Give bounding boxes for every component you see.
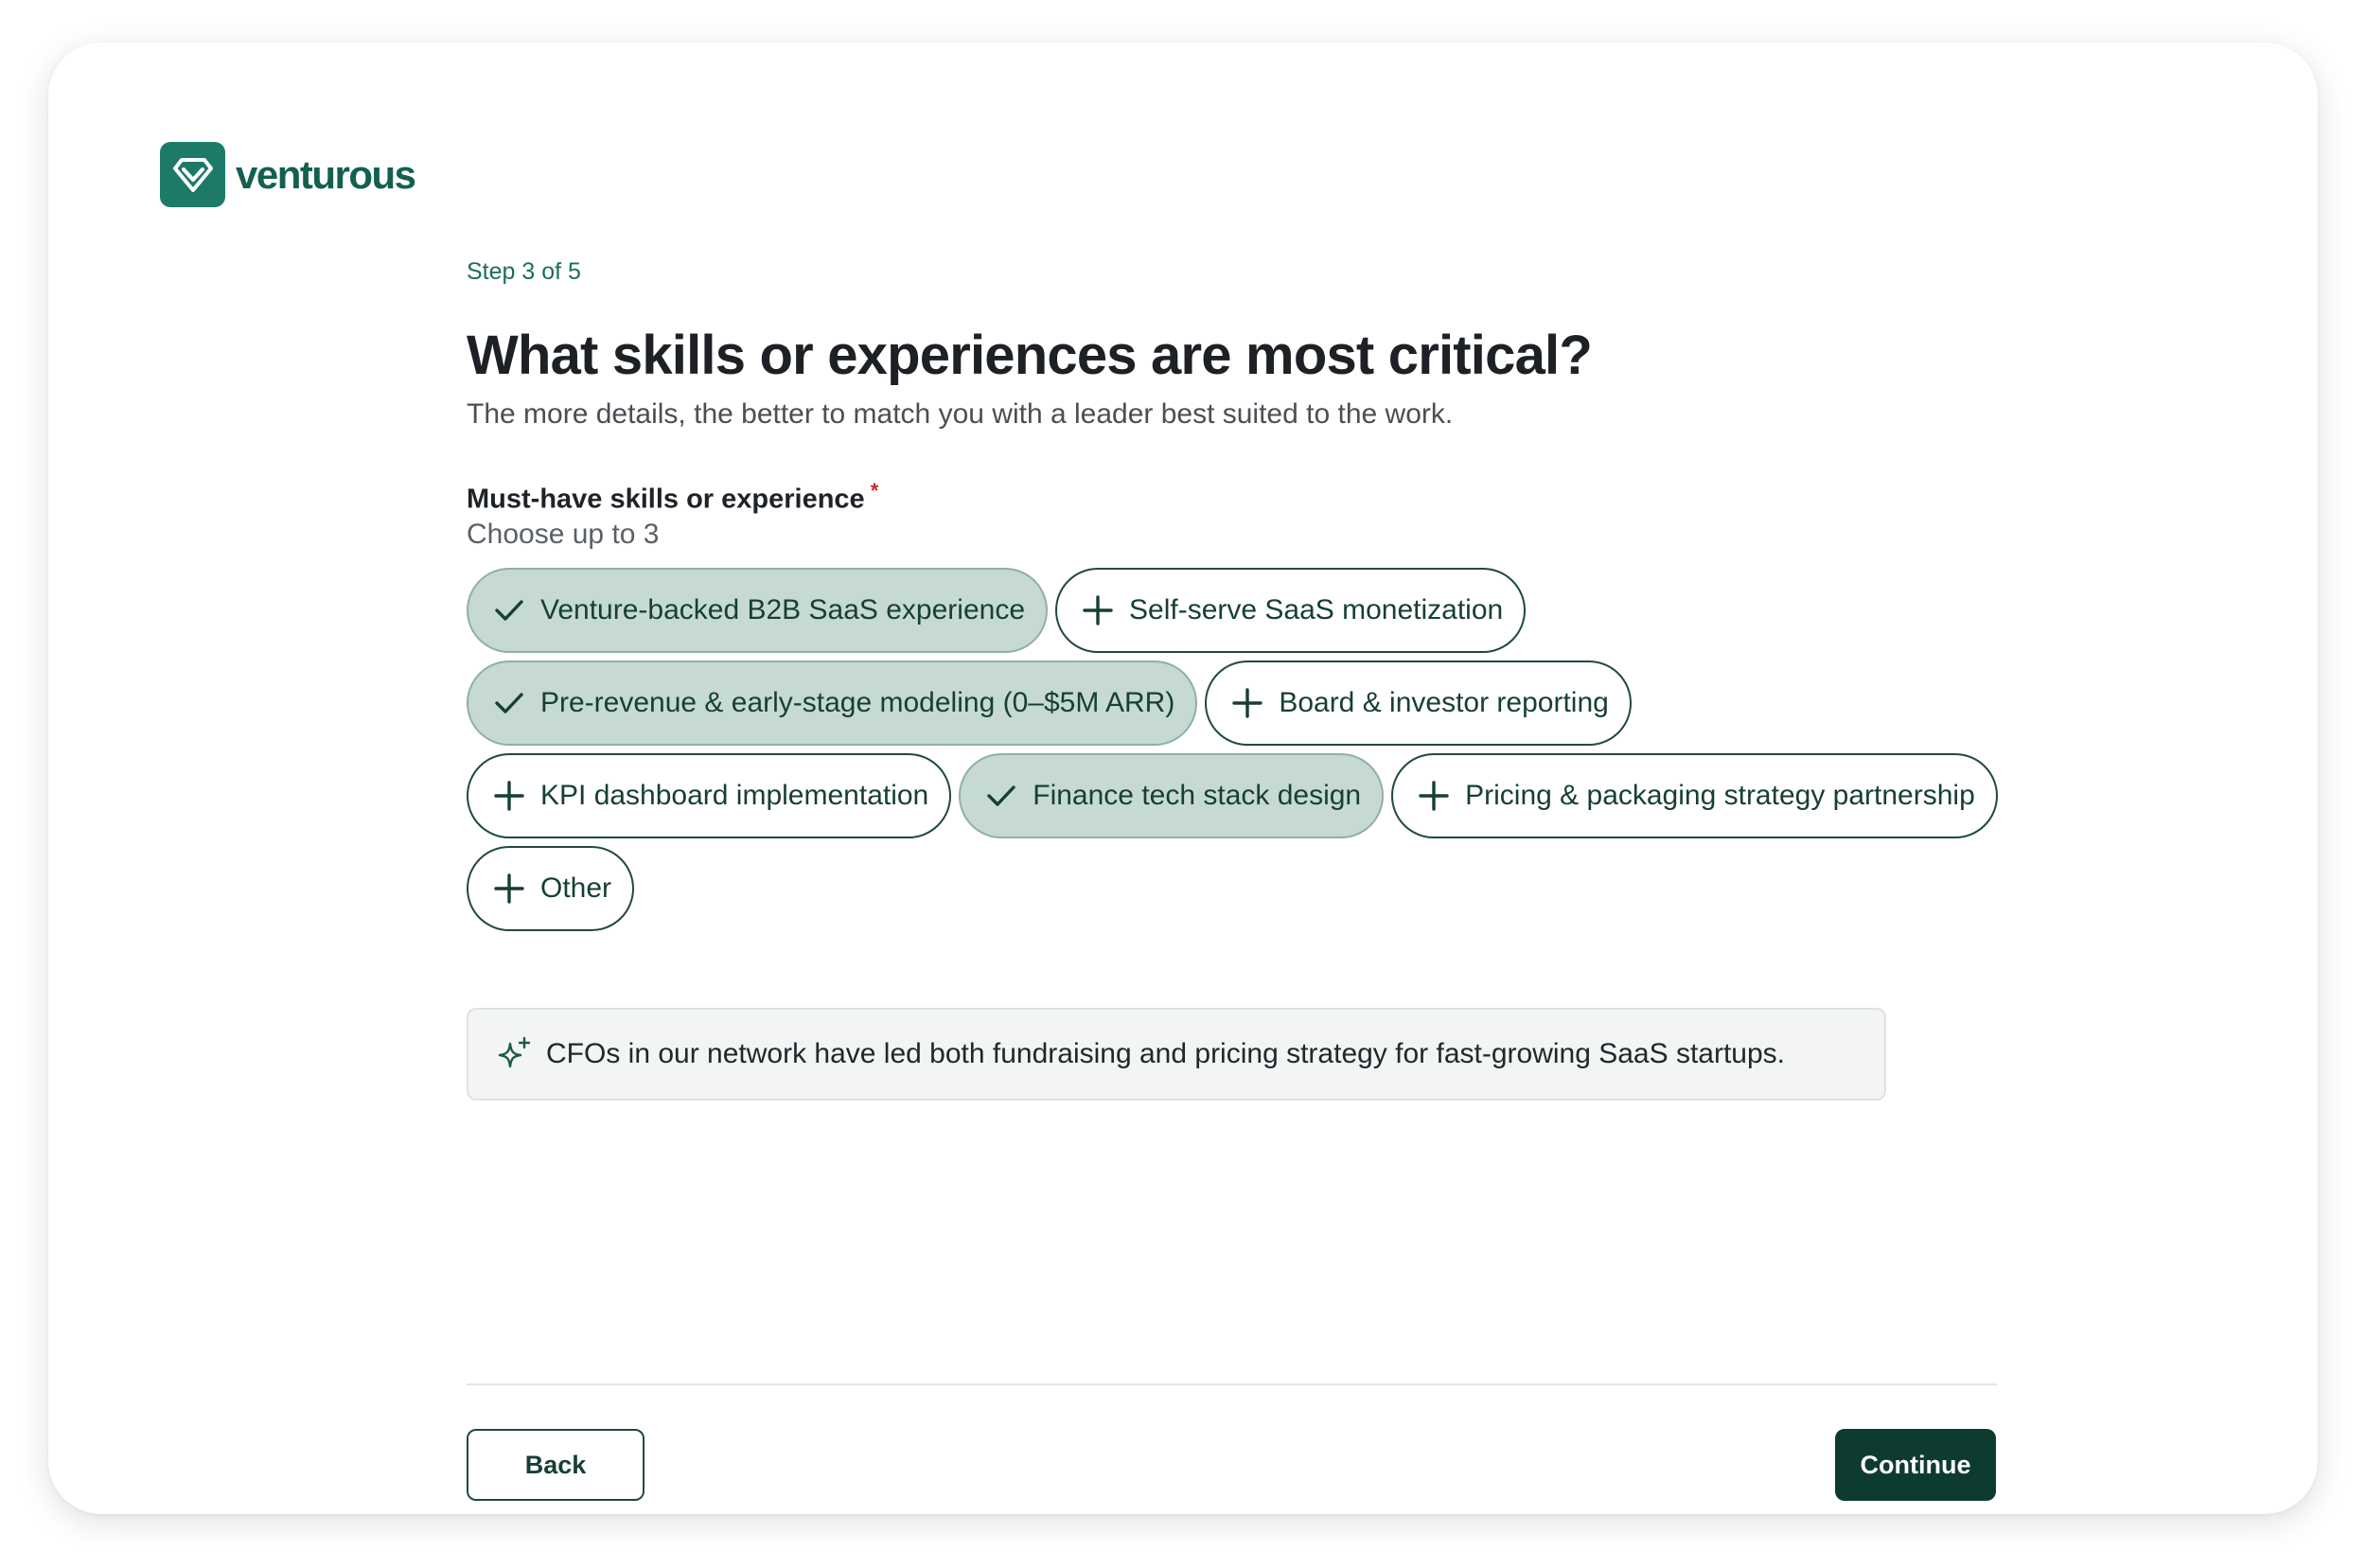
skill-chip-kpi-dashboard[interactable]: KPI dashboard implementation	[467, 752, 952, 838]
skill-chip-self-serve-saas-monetization[interactable]: Self-serve SaaS monetization	[1055, 567, 1527, 653]
insight-text: CFOs in our network have led both fundra…	[546, 1038, 1785, 1069]
continue-button[interactable]: Continue	[1835, 1429, 1996, 1501]
chip-label: Pricing & packaging strategy partnership	[1465, 779, 1975, 811]
check-icon	[983, 778, 1019, 814]
check-icon	[491, 685, 527, 721]
chip-label: Venture-backed B2B SaaS experience	[540, 593, 1026, 625]
onboarding-card: venturous Step 3 of 5 What skills or exp…	[48, 43, 2318, 1514]
required-marker: *	[870, 479, 879, 502]
chip-label: KPI dashboard implementation	[540, 779, 929, 811]
footer-divider	[467, 1383, 1997, 1385]
chip-label: Pre-revenue & early-stage modeling (0–$5…	[540, 686, 1175, 718]
chip-row: Pre-revenue & early-stage modeling (0–$5…	[467, 660, 2000, 746]
back-button[interactable]: Back	[467, 1429, 644, 1501]
brand-logo[interactable]: venturous	[160, 142, 416, 207]
skill-chip-finance-tech-stack[interactable]: Finance tech stack design	[959, 752, 1385, 838]
chip-row: Other	[467, 845, 2000, 931]
plus-icon	[1080, 592, 1116, 628]
page-subtitle: The more details, the better to match yo…	[467, 398, 1454, 430]
skill-chip-pricing-packaging[interactable]: Pricing & packaging strategy partnership	[1391, 752, 1998, 838]
sparkle-icon	[498, 1036, 531, 1068]
skill-chip-group: Venture-backed B2B SaaS experience Self-…	[467, 567, 2000, 931]
chip-row: KPI dashboard implementation Finance tec…	[467, 752, 2000, 838]
page-title: What skills or experiences are most crit…	[467, 325, 1593, 386]
skill-chip-pre-revenue-modeling[interactable]: Pre-revenue & early-stage modeling (0–$5…	[467, 660, 1198, 746]
logo-diamond-icon	[160, 142, 225, 207]
form-content: Step 3 of 5 What skills or experiences a…	[467, 253, 1998, 939]
skills-field-label-text: Must-have skills or experience	[467, 484, 865, 515]
plus-icon	[491, 778, 527, 814]
skills-field-label: Must-have skills or experience *	[467, 474, 1996, 517]
plus-icon	[491, 871, 527, 907]
chip-label: Other	[540, 872, 612, 904]
check-icon	[491, 592, 527, 628]
chip-row: Venture-backed B2B SaaS experience Self-…	[467, 567, 2000, 653]
chip-label: Board & investor reporting	[1279, 686, 1609, 718]
skill-chip-venture-backed-b2b-saas[interactable]: Venture-backed B2B SaaS experience	[467, 567, 1049, 653]
plus-icon	[1229, 685, 1265, 721]
skill-chip-board-investor-reporting[interactable]: Board & investor reporting	[1205, 660, 1632, 746]
insight-callout: CFOs in our network have led both fundra…	[467, 1008, 1886, 1101]
brand-name: venturous	[236, 151, 416, 197]
step-indicator: Step 3 of 5	[467, 258, 581, 285]
chip-label: Finance tech stack design	[1033, 779, 1362, 811]
skills-field-hint: Choose up to 3	[467, 518, 660, 550]
plus-icon	[1416, 778, 1452, 814]
chip-label: Self-serve SaaS monetization	[1129, 593, 1504, 625]
skill-chip-other[interactable]: Other	[467, 845, 635, 931]
